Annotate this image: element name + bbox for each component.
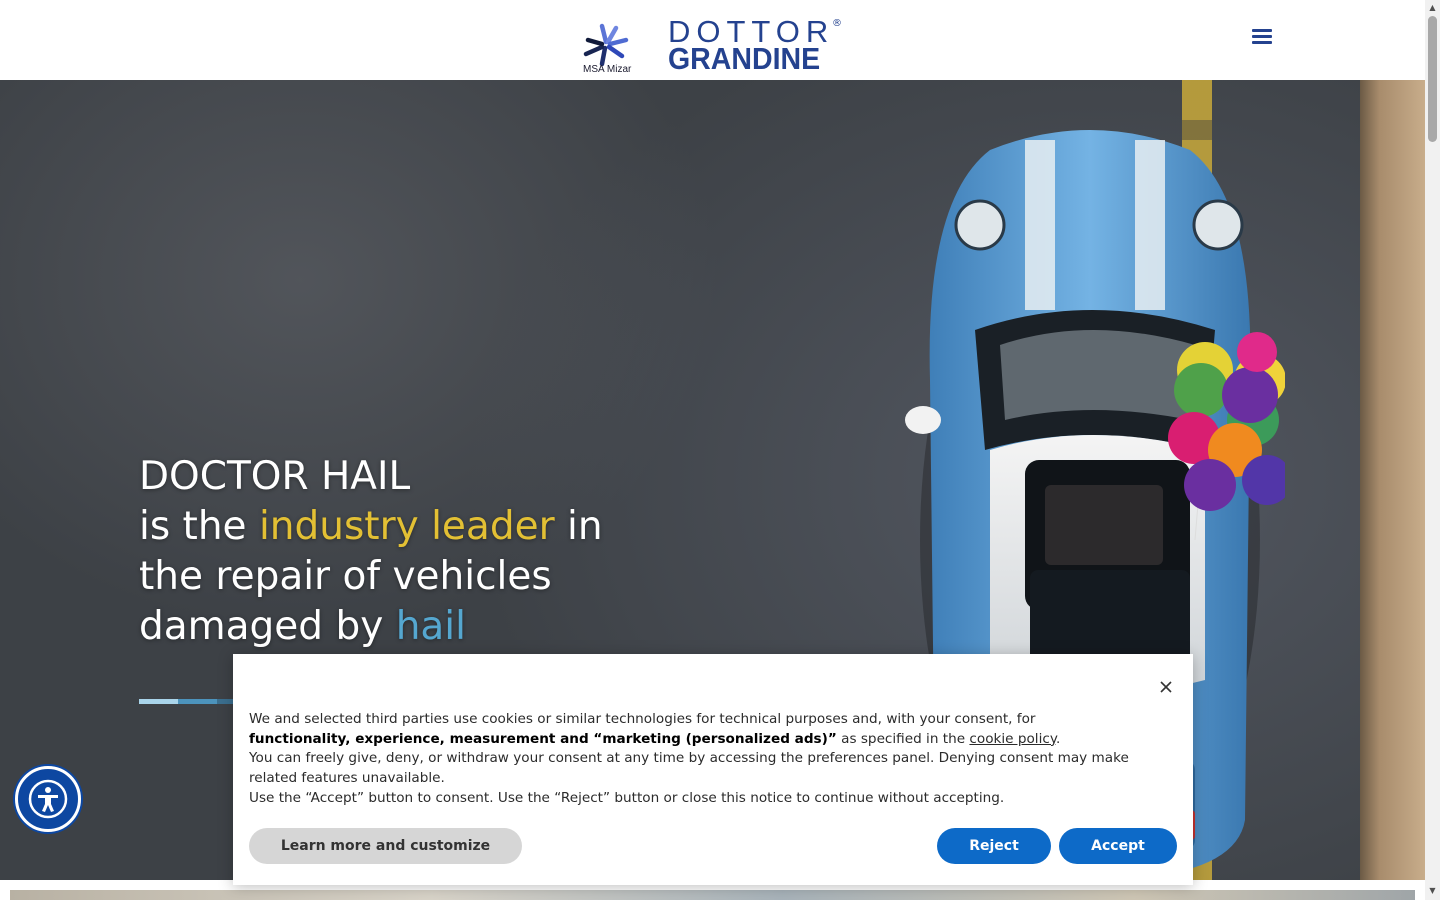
close-icon[interactable]	[1157, 678, 1175, 696]
hamburger-menu-icon[interactable]	[1248, 26, 1276, 50]
registered-mark: ®	[832, 18, 842, 29]
brand-name-bottom: GRANDINE	[668, 41, 821, 76]
hero-line-2: is the industry leader in	[139, 504, 603, 549]
cookie-text-p2: You can freely give, deny, or withdraw y…	[249, 750, 1129, 787]
slider-dot-2[interactable]	[178, 699, 217, 704]
msa-mizar-logo-text: MSA Mizar	[583, 64, 632, 75]
hero-line-1: DOCTOR HAIL	[139, 454, 411, 499]
accessibility-icon	[28, 779, 68, 819]
site-header: MSA Mizar DOTTOR ® GRANDINE	[0, 0, 1425, 80]
cookie-policy-link[interactable]: cookie policy	[969, 731, 1056, 747]
hero-headline: DOCTOR HAIL is the industry leader in th…	[139, 452, 603, 652]
hero-line-3: the repair of vehicles	[139, 554, 552, 599]
slider-dot-1[interactable]	[139, 699, 178, 704]
scroll-down-arrow-icon[interactable]: ▼	[1425, 886, 1440, 896]
cookie-text-p1-end: .	[1055, 730, 1061, 747]
reject-button[interactable]: Reject	[937, 828, 1051, 864]
roadside-sand-decoration	[1360, 80, 1425, 880]
cookie-notice-text: We and selected third parties use cookie…	[249, 710, 1129, 809]
next-section-preview	[10, 890, 1415, 900]
slider-dot-3[interactable]	[217, 699, 233, 704]
hero-line-4-prefix: damaged by	[139, 604, 396, 649]
hero-line-2-suffix: in	[554, 504, 603, 549]
dottor-grandine-logo[interactable]: DOTTOR ® GRANDINE	[668, 16, 848, 74]
accept-button[interactable]: Accept	[1059, 828, 1177, 864]
cookie-text-p3: Use the “Accept” button to consent. Use …	[249, 789, 1005, 806]
hero-line-4: damaged by hail	[139, 604, 466, 649]
accessibility-button[interactable]	[15, 766, 81, 832]
hero-line-2-prefix: is the	[139, 504, 259, 549]
page-scrollbar[interactable]: ▲ ▼	[1425, 0, 1440, 900]
cookie-text-p1-bold: functionality, experience, measurement a…	[249, 730, 837, 747]
scroll-up-arrow-icon[interactable]: ▲	[1425, 3, 1440, 13]
learn-more-customize-button[interactable]: Learn more and customize	[249, 828, 522, 864]
cookie-text-p1-prefix: We and selected third parties use cookie…	[249, 711, 1036, 727]
scroll-thumb[interactable]	[1428, 16, 1437, 142]
cookie-consent-banner: We and selected third parties use cookie…	[233, 654, 1193, 885]
cookie-text-p1-mid: as specified in the	[836, 730, 970, 747]
hero-highlight-hail: hail	[395, 604, 466, 649]
hero-highlight-industry-leader: industry leader	[258, 504, 555, 549]
